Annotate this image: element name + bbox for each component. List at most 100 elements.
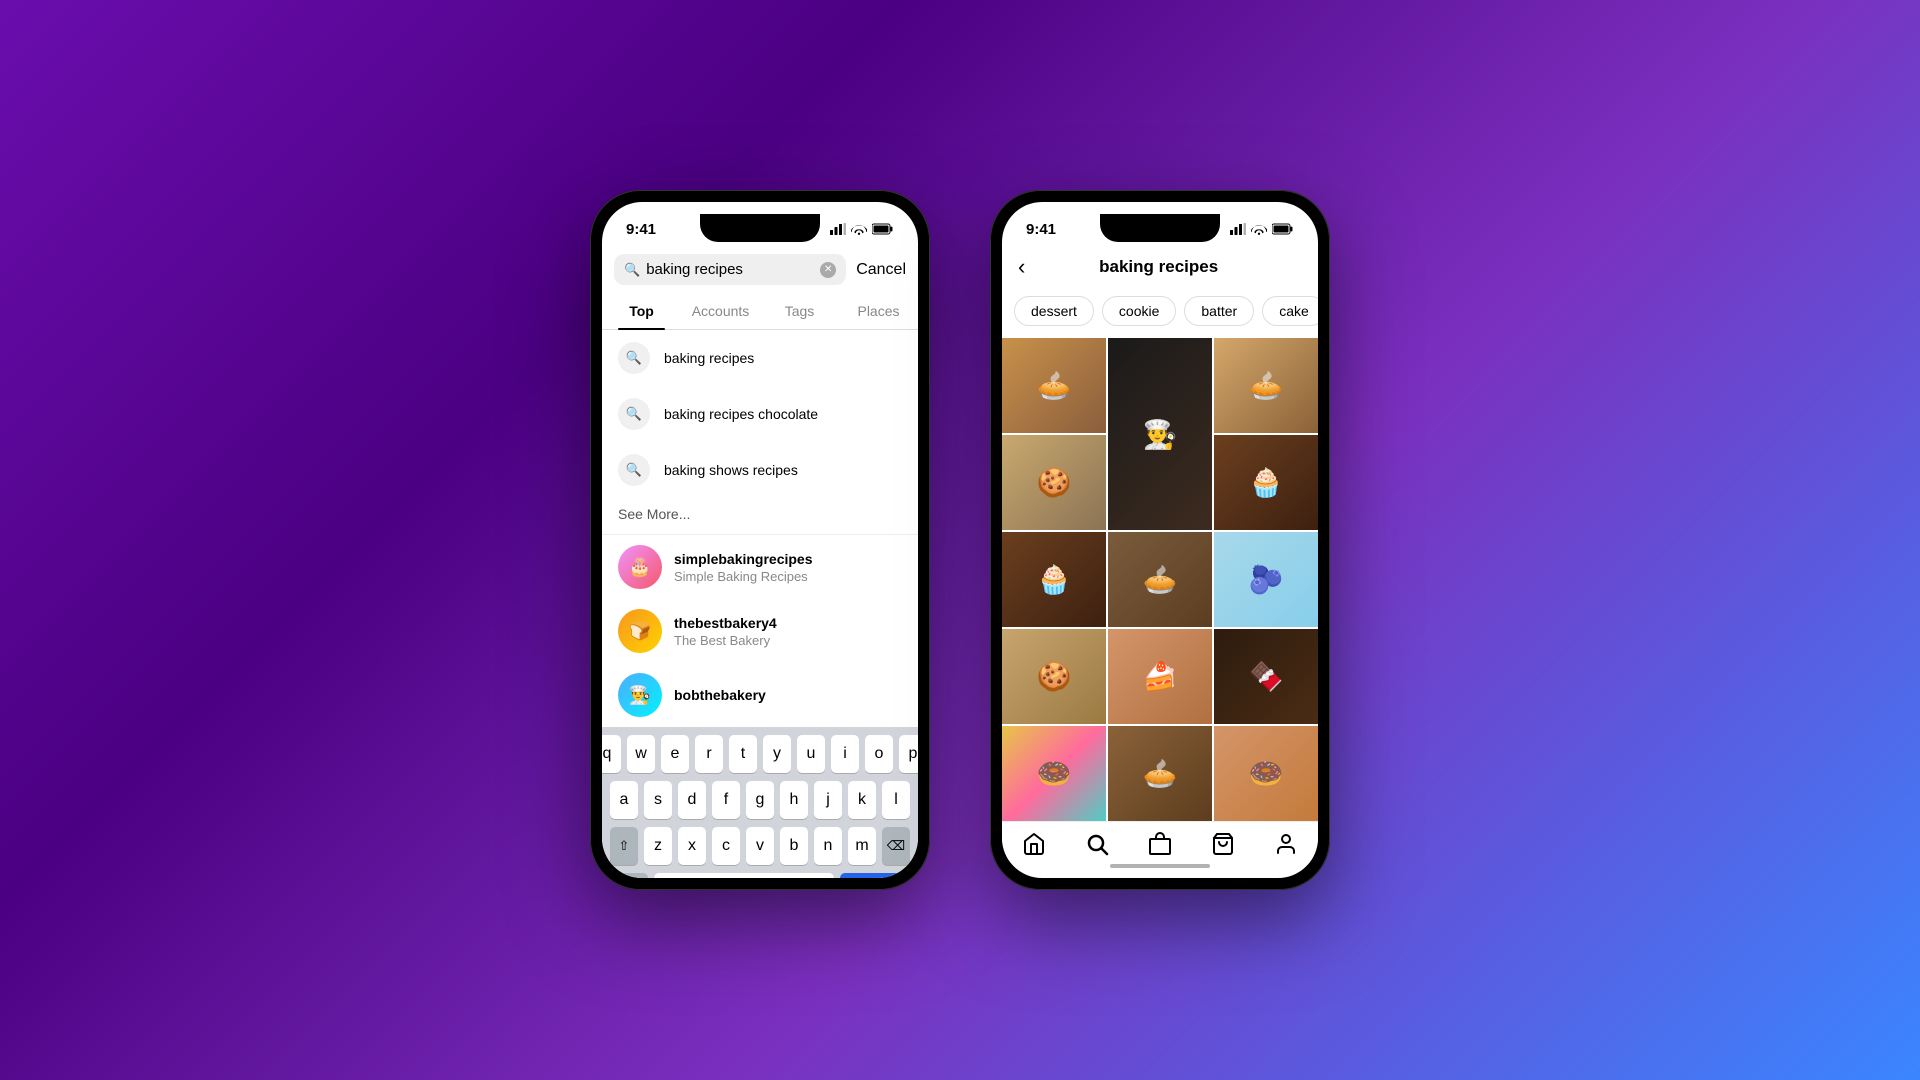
key-n[interactable]: n xyxy=(814,827,842,865)
grid-photo-12[interactable]: 🍩 xyxy=(1002,726,1106,821)
key-123[interactable]: 123 xyxy=(608,873,648,878)
chip-cake[interactable]: cake xyxy=(1262,296,1318,326)
tabs-row: Top Accounts Tags Places xyxy=(602,293,918,330)
bag-icon xyxy=(1211,832,1235,856)
time-2: 9:41 xyxy=(1026,221,1056,238)
username-bob: bobthebakery xyxy=(674,687,766,703)
nav-bag[interactable] xyxy=(1211,832,1235,856)
key-w[interactable]: w xyxy=(627,735,655,773)
chip-dessert[interactable]: dessert xyxy=(1014,296,1094,326)
key-v[interactable]: v xyxy=(746,827,774,865)
key-search[interactable]: search xyxy=(840,873,912,878)
status-icons-1 xyxy=(830,223,894,235)
key-shift[interactable]: ⇧ xyxy=(610,827,638,865)
phone2-content: ‹ baking recipes dessert cookie batter c… xyxy=(1002,246,1318,860)
key-x[interactable]: x xyxy=(678,827,706,865)
key-space[interactable]: space xyxy=(654,873,834,878)
tab-places[interactable]: Places xyxy=(839,293,918,329)
key-k[interactable]: k xyxy=(848,781,876,819)
grid-photo-9[interactable]: 🍪 xyxy=(1002,629,1106,724)
grid-photo-14[interactable]: 🍩 xyxy=(1214,726,1318,821)
grid-photo-8[interactable]: 🫐 xyxy=(1214,532,1318,627)
suggestion-text-1: baking recipes xyxy=(664,350,754,366)
suggestion-text-3: baking shows recipes xyxy=(664,462,798,478)
key-z[interactable]: z xyxy=(644,827,672,865)
home-indicator-2 xyxy=(1002,860,1318,874)
key-g[interactable]: g xyxy=(746,781,774,819)
avatar-simplebaking: 🎂 xyxy=(618,545,662,589)
key-backspace[interactable]: ⌫ xyxy=(882,827,910,865)
grid-photo-2[interactable]: 👨‍🍳 xyxy=(1108,338,1212,530)
suggestion-baking-recipes[interactable]: 🔍 baking recipes xyxy=(602,330,918,386)
key-f[interactable]: f xyxy=(712,781,740,819)
nav-profile[interactable] xyxy=(1274,832,1298,856)
cancel-button[interactable]: Cancel xyxy=(856,261,906,279)
tab-accounts[interactable]: Accounts xyxy=(681,293,760,329)
chip-cookie[interactable]: cookie xyxy=(1102,296,1176,326)
time-1: 9:41 xyxy=(626,221,656,238)
chip-batter[interactable]: batter xyxy=(1184,296,1254,326)
grid-photo-3[interactable]: 🥧 xyxy=(1214,338,1318,433)
key-q[interactable]: q xyxy=(602,735,621,773)
account-simplebaking[interactable]: 🎂 simplebakingrecipes Simple Baking Reci… xyxy=(602,535,918,599)
account-info-bestbakery: thebestbakery4 The Best Bakery xyxy=(674,615,777,648)
search-icon-nav xyxy=(1085,832,1109,856)
tab-top[interactable]: Top xyxy=(602,293,681,329)
grid-photo-13[interactable]: 🥧 xyxy=(1108,726,1212,821)
battery-icon xyxy=(872,223,894,235)
search-icon-1: 🔍 xyxy=(618,342,650,374)
search-icon-2: 🔍 xyxy=(618,398,650,430)
grid-photo-4[interactable]: 🍪 xyxy=(1002,435,1106,530)
key-l[interactable]: l xyxy=(882,781,910,819)
profile-icon xyxy=(1274,832,1298,856)
username-simplebaking: simplebakingrecipes xyxy=(674,551,813,567)
search-icon-small: 🔍 xyxy=(624,262,640,278)
signal-icon-2 xyxy=(1230,223,1246,235)
account-bestbakery[interactable]: 🍞 thebestbakery4 The Best Bakery xyxy=(602,599,918,663)
back-button[interactable]: ‹ xyxy=(1018,254,1025,280)
key-a[interactable]: a xyxy=(610,781,638,819)
nav-search[interactable] xyxy=(1085,832,1109,856)
search-query-text[interactable]: baking recipes xyxy=(646,261,814,278)
key-s[interactable]: s xyxy=(644,781,672,819)
search-input-wrap[interactable]: 🔍 baking recipes ✕ xyxy=(614,254,846,285)
key-e[interactable]: e xyxy=(661,735,689,773)
grid-photo-7[interactable]: 🥧 xyxy=(1108,532,1212,627)
key-o[interactable]: o xyxy=(865,735,893,773)
signal-icon xyxy=(830,223,846,235)
key-y[interactable]: y xyxy=(763,735,791,773)
phone-2-results: 9:41 ‹ xyxy=(990,190,1330,890)
key-r[interactable]: r xyxy=(695,735,723,773)
suggestions-list: 🔍 baking recipes 🔍 baking recipes chocol… xyxy=(602,330,918,727)
phone-1-search: 9:41 xyxy=(590,190,930,890)
key-p[interactable]: p xyxy=(899,735,918,773)
nav-shop[interactable] xyxy=(1148,832,1172,856)
clear-button[interactable]: ✕ xyxy=(820,262,836,278)
suggestion-text-2: baking recipes chocolate xyxy=(664,406,818,422)
see-more-link[interactable]: See More... xyxy=(602,498,918,534)
account-info-bob: bobthebakery xyxy=(674,687,766,703)
key-h[interactable]: h xyxy=(780,781,808,819)
key-u[interactable]: u xyxy=(797,735,825,773)
key-i[interactable]: i xyxy=(831,735,859,773)
suggestion-baking-shows[interactable]: 🔍 baking shows recipes xyxy=(602,442,918,498)
key-d[interactable]: d xyxy=(678,781,706,819)
results-title: baking recipes xyxy=(1037,257,1280,277)
key-j[interactable]: j xyxy=(814,781,842,819)
keyboard-row-3: ⇧ z x c v b n m ⌫ xyxy=(606,827,914,865)
grid-photo-1[interactable]: 🥧 xyxy=(1002,338,1106,433)
key-c[interactable]: c xyxy=(712,827,740,865)
avatar-bestbakery: 🍞 xyxy=(618,609,662,653)
grid-photo-6[interactable]: 🧁 xyxy=(1002,532,1106,627)
grid-photo-11[interactable]: 🍫 xyxy=(1214,629,1318,724)
grid-photo-5[interactable]: 🧁 xyxy=(1214,435,1318,530)
key-t[interactable]: t xyxy=(729,735,757,773)
key-b[interactable]: b xyxy=(780,827,808,865)
account-bobthebakery[interactable]: 👨‍🍳 bobthebakery xyxy=(602,663,918,727)
nav-home[interactable] xyxy=(1022,832,1046,856)
tab-tags[interactable]: Tags xyxy=(760,293,839,329)
shop-icon xyxy=(1148,832,1172,856)
grid-photo-10[interactable]: 🍰 xyxy=(1108,629,1212,724)
key-m[interactable]: m xyxy=(848,827,876,865)
suggestion-baking-recipes-chocolate[interactable]: 🔍 baking recipes chocolate xyxy=(602,386,918,442)
